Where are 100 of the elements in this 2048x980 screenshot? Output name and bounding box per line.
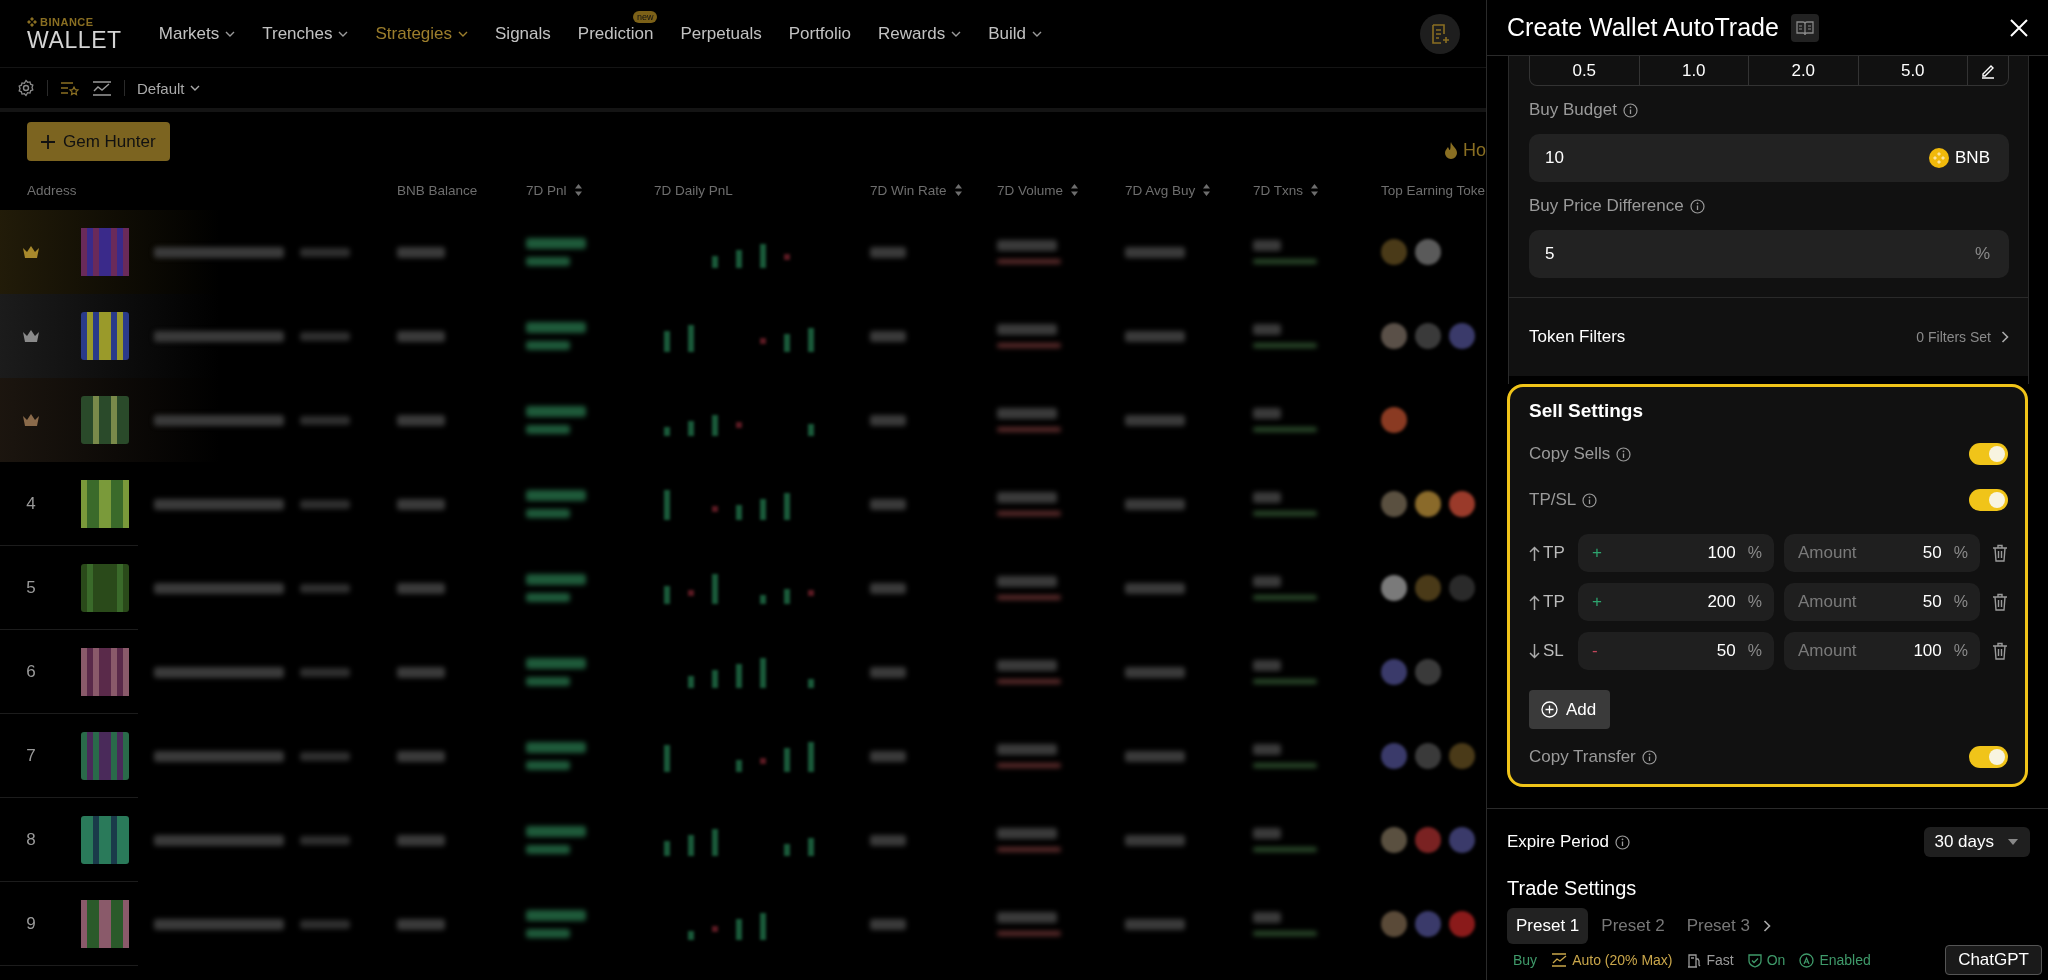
field-label: Amount [1798, 641, 1858, 661]
nav-item[interactable]: Prediction [577, 23, 654, 44]
unit-label: % [1953, 544, 1968, 562]
sort-icon[interactable] [1311, 184, 1319, 196]
blurred-text [1253, 408, 1281, 419]
nav-item[interactable]: Strategies [375, 23, 469, 44]
blurred-text [997, 660, 1057, 671]
settings-icon [17, 79, 35, 97]
amount-field[interactable]: Amount 50 % [1784, 583, 1980, 621]
percent-field[interactable]: + 100 % [1578, 534, 1774, 572]
blurred-text [1253, 912, 1281, 923]
token-icon [1381, 827, 1407, 853]
amount-option[interactable]: 5.0 [1858, 56, 1968, 85]
blurred-text [1253, 660, 1281, 671]
sort-icon[interactable] [574, 184, 582, 196]
preset-tab[interactable]: Preset 3 [1677, 908, 1759, 944]
blurred-text [526, 425, 570, 434]
nav-item[interactable]: Trenches [262, 23, 349, 44]
blurred-text [397, 582, 445, 594]
guide-button[interactable] [1790, 13, 1819, 42]
preset-tab[interactable]: Preset 1 [1507, 908, 1589, 944]
blurred-text [1253, 595, 1317, 600]
field-label: Buy Budget [1529, 100, 1617, 120]
blurred-text [870, 834, 906, 846]
chart-view-button[interactable] [92, 80, 112, 96]
blurred-text [1253, 576, 1281, 587]
add-button[interactable]: Add [1529, 690, 1611, 729]
blurred-text [997, 427, 1061, 432]
blurred-text [526, 761, 570, 770]
blurred-text [300, 331, 350, 341]
buy-budget-field[interactable]: 10 BNB [1529, 134, 2009, 182]
sort-icon[interactable] [954, 184, 962, 196]
percent-field[interactable]: + 200 % [1578, 583, 1774, 621]
field-value: 10 [1545, 148, 1565, 168]
toggle-switch[interactable] [1969, 746, 2008, 768]
token-icon [1381, 407, 1407, 433]
sort-icon[interactable] [1071, 184, 1079, 196]
blurred-text [870, 750, 906, 762]
settings-button[interactable] [17, 79, 35, 97]
delete-button[interactable] [1992, 544, 2008, 562]
blurred-text [1125, 414, 1185, 426]
info-icon [1622, 102, 1638, 118]
percent-field[interactable]: - 50 % [1578, 632, 1774, 670]
nav-item[interactable]: Rewards [878, 23, 962, 44]
new-badge: new [632, 10, 658, 23]
pixel-avatar-icon [81, 731, 129, 780]
amount-option[interactable]: 2.0 [1749, 56, 1859, 85]
sort-icon[interactable] [1203, 184, 1211, 196]
setting-tag: Auto (20% Max) [1572, 952, 1673, 968]
toggle-switch[interactable] [1969, 489, 2008, 511]
blurred-text [1253, 763, 1317, 768]
section-title: Sell Settings [1529, 400, 1644, 421]
shield-check-icon [1747, 952, 1762, 968]
blurred-text [870, 498, 906, 510]
nav-item[interactable]: Signals [495, 23, 551, 44]
watchlist-button[interactable] [60, 80, 80, 96]
blurred-text [1125, 750, 1185, 762]
blurred-text [1125, 582, 1185, 594]
order-type-label: TP [1543, 543, 1565, 563]
orders-button[interactable] [1420, 13, 1460, 54]
blurred-text [397, 414, 445, 426]
amount-option[interactable]: 1.0 [1639, 56, 1749, 85]
view-dropdown[interactable]: Default [137, 79, 200, 97]
logo-text: BINANCE [40, 16, 94, 28]
info-icon [1689, 198, 1705, 214]
toggle-switch[interactable] [1969, 443, 2008, 465]
expire-dropdown[interactable]: 30 days [1924, 827, 2030, 857]
flame-icon [1444, 141, 1458, 160]
token-icon [1381, 743, 1407, 769]
token-icon [1381, 323, 1407, 349]
blurred-text [526, 677, 570, 686]
token-icon [1449, 575, 1475, 601]
close-button[interactable] [2010, 18, 2028, 37]
pixel-avatar-icon [81, 396, 129, 444]
chatgpt-button[interactable]: ChatGPT [1945, 945, 2042, 975]
field-label: Amount [1798, 592, 1858, 612]
blurred-text [870, 666, 906, 678]
blurred-text [1253, 511, 1317, 516]
unit-label: % [1747, 593, 1762, 611]
delete-button[interactable] [1992, 642, 2008, 660]
amount-field[interactable]: Amount 100 % [1784, 632, 1980, 670]
amount-field[interactable]: Amount 50 % [1784, 534, 1980, 572]
nav-item[interactable]: Portfolio [788, 23, 852, 44]
pixel-avatar-icon [81, 312, 129, 360]
token-icon [1381, 659, 1407, 685]
nav-item[interactable]: Perpetuals [680, 23, 762, 44]
filters-link[interactable]: 0 Filters Set [1916, 329, 2009, 345]
info-icon [1582, 492, 1598, 508]
nav-item[interactable]: Markets [158, 23, 236, 44]
price-difference-field[interactable]: 5 % [1529, 230, 2009, 278]
blurred-text [1125, 330, 1185, 342]
blurred-text [526, 826, 586, 837]
blurred-text [526, 257, 570, 266]
delete-button[interactable] [1992, 593, 2008, 611]
preset-tab[interactable]: Preset 2 [1592, 908, 1674, 944]
blurred-text [300, 583, 350, 593]
blurred-text [526, 593, 570, 602]
amount-option[interactable]: 0.5 [1530, 56, 1640, 85]
hot-tab[interactable]: Ho [1463, 140, 1486, 161]
nav-item[interactable]: Build [988, 23, 1042, 44]
